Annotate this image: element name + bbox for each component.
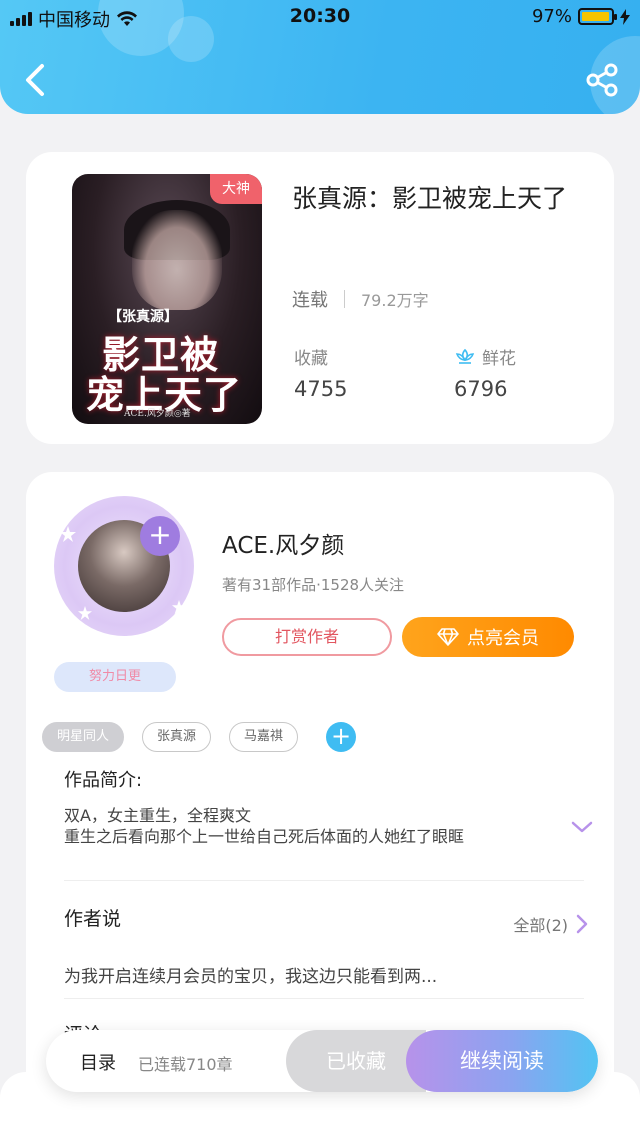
- charging-icon: [620, 8, 630, 25]
- star-decoration-icon: [60, 526, 76, 542]
- book-info-card: 大神 【张真源】 影卫被 宠上天了 ACE.风夕颜◎著 张真源：影卫被宠上天了 …: [26, 152, 614, 444]
- book-title: 张真源：影卫被宠上天了: [292, 184, 568, 213]
- cover-tag: 【张真源】: [108, 309, 178, 325]
- collect-label: 收藏: [294, 349, 328, 369]
- follow-plus-button[interactable]: +: [140, 516, 180, 556]
- word-count: 79.2万字: [361, 291, 429, 310]
- author-meta: 著有31部作品·1528人关注: [222, 576, 405, 594]
- battery-percent: 97%: [531, 6, 572, 27]
- saved-button[interactable]: 已收藏: [286, 1030, 426, 1092]
- author-says-heading: 作者说: [64, 908, 122, 930]
- continue-reading-button[interactable]: 继续阅读: [406, 1030, 598, 1092]
- battery-icon: [578, 8, 617, 25]
- tag-chip[interactable]: 明星同人: [42, 722, 125, 752]
- author-says-all-label: 全部(2): [513, 916, 568, 935]
- status-right: 97%: [532, 6, 630, 27]
- author-says-text[interactable]: 为我开启连续月会员的宝贝，我这边只能看到两...: [64, 962, 437, 987]
- back-button[interactable]: [20, 60, 50, 100]
- effort-badge: 努力日更: [54, 662, 176, 692]
- cover-byline: ACE.风夕颜◎著: [124, 409, 191, 419]
- book-cover[interactable]: 大神 【张真源】 影卫被 宠上天了 ACE.风夕颜◎著: [72, 174, 262, 424]
- author-name[interactable]: ACE.风夕颜: [222, 526, 344, 560]
- collect-stat: 收藏 4755: [294, 344, 347, 401]
- bottom-action-bar: 目录 已连载710章 已收藏 继续阅读: [46, 1030, 598, 1092]
- section-divider: [64, 880, 584, 881]
- chapters-count[interactable]: 已连载710章: [138, 1051, 233, 1075]
- flower-stat[interactable]: 鲜花 6796: [454, 344, 516, 401]
- battery-fill: [582, 12, 610, 21]
- vip-button-label: 点亮会员: [467, 628, 539, 649]
- star-decoration-icon: [78, 606, 92, 620]
- tag-chip[interactable]: 张真源: [142, 722, 212, 752]
- flower-label: 鲜花: [482, 349, 516, 369]
- flower-label-row: 鲜花: [454, 344, 516, 369]
- toc-button[interactable]: 目录: [80, 1049, 116, 1075]
- collect-count: 4755: [294, 377, 348, 401]
- flower-count: 6796: [454, 377, 508, 401]
- expand-chevron-icon[interactable]: [570, 818, 594, 836]
- intro-heading: 作品简介:: [64, 770, 143, 791]
- chevron-right-icon: [576, 914, 588, 934]
- share-button[interactable]: [584, 62, 620, 98]
- tip-author-button[interactable]: 打赏作者: [222, 618, 392, 656]
- tag-chip[interactable]: 马嘉祺: [229, 722, 299, 752]
- flower-icon: [455, 348, 475, 364]
- top-header: 中国移动 20:30 97%: [0, 0, 640, 114]
- avatar-frame[interactable]: [54, 496, 194, 636]
- status-divider: [344, 290, 345, 308]
- cover-badge: 大神: [210, 174, 262, 204]
- vip-button[interactable]: 点亮会员: [402, 617, 574, 657]
- add-tag-button[interactable]: +: [326, 722, 357, 752]
- section-divider: [64, 998, 584, 999]
- tag-list: 明星同人 张真源 马嘉祺 +: [42, 722, 357, 752]
- status-bar: 中国移动 20:30 97%: [0, 0, 640, 34]
- author-says-all-link[interactable]: 全部(2): [513, 912, 588, 936]
- cover-art-face: [132, 210, 222, 310]
- star-decoration-icon: [172, 600, 186, 614]
- book-status: 连载: [292, 290, 328, 311]
- book-status-line: 连载 79.2万字: [292, 286, 429, 312]
- diamond-icon: [437, 628, 459, 646]
- intro-line-2: 重生之后看向那个上一世给自己死后体面的人她红了眼眶: [64, 827, 465, 846]
